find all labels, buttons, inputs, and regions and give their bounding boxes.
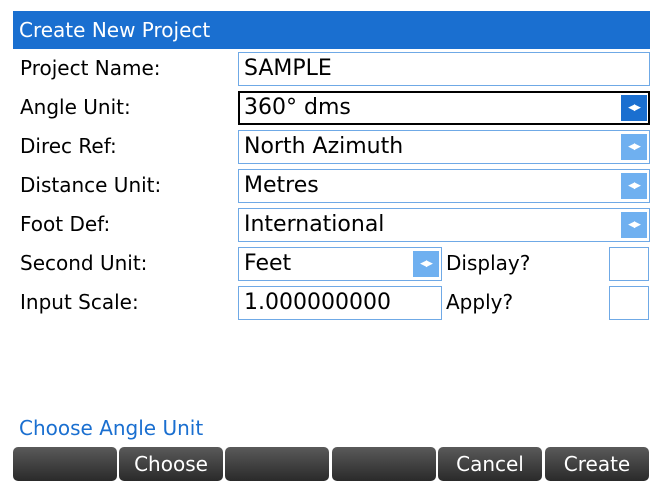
project-name-input[interactable]: SAMPLE (238, 52, 650, 86)
distance-unit-select[interactable]: Metres ◀▶ (238, 169, 650, 203)
project-name-row: Project Name: SAMPLE (13, 49, 650, 88)
softkey-1[interactable] (13, 447, 117, 481)
direc-ref-select[interactable]: North Azimuth ◀▶ (238, 130, 650, 164)
direc-ref-value: North Azimuth (244, 134, 404, 159)
left-right-arrows-icon[interactable]: ◀▶ (621, 212, 647, 238)
direc-ref-label: Direc Ref: (20, 134, 117, 158)
status-help-text: Choose Angle Unit (19, 416, 204, 440)
input-scale-input[interactable]: 1.000000000 (238, 286, 442, 320)
angle-unit-row: Angle Unit: 360° dms ◀▶ (13, 88, 650, 127)
second-unit-row: Second Unit: Feet ◀▶ Display? (13, 244, 650, 283)
left-right-arrows-icon[interactable]: ◀▶ (413, 251, 439, 277)
project-name-label: Project Name: (20, 56, 161, 80)
foot-def-value: International (244, 212, 385, 237)
direc-ref-row: Direc Ref: North Azimuth ◀▶ (13, 127, 650, 166)
left-right-arrows-icon[interactable]: ◀▶ (621, 95, 647, 121)
input-scale-label: Input Scale: (20, 290, 139, 314)
apply-checkbox[interactable] (609, 286, 649, 320)
distance-unit-value: Metres (244, 173, 319, 198)
distance-unit-row: Distance Unit: Metres ◀▶ (13, 166, 650, 205)
softkey-bar: Choose Cancel Create (13, 447, 650, 481)
distance-unit-label: Distance Unit: (20, 173, 162, 197)
apply-checkbox-label: Apply? (446, 290, 514, 314)
left-right-arrows-icon[interactable]: ◀▶ (621, 134, 647, 160)
second-unit-label: Second Unit: (20, 251, 148, 275)
choose-button[interactable]: Choose (119, 447, 223, 481)
angle-unit-label: Angle Unit: (20, 95, 131, 119)
angle-unit-value: 360° dms (244, 95, 351, 120)
window-title: Create New Project (13, 11, 650, 49)
softkey-3[interactable] (225, 447, 329, 481)
display-checkbox[interactable] (609, 247, 649, 281)
second-unit-value: Feet (244, 251, 292, 276)
create-button[interactable]: Create (545, 447, 649, 481)
input-scale-row: Input Scale: 1.000000000 Apply? (13, 283, 650, 322)
angle-unit-select[interactable]: 360° dms ◀▶ (238, 91, 650, 125)
left-right-arrows-icon[interactable]: ◀▶ (621, 173, 647, 199)
foot-def-label: Foot Def: (20, 212, 111, 236)
foot-def-select[interactable]: International ◀▶ (238, 208, 650, 242)
create-project-screen: Create New Project Project Name: SAMPLE … (13, 11, 650, 481)
softkey-4[interactable] (332, 447, 436, 481)
cancel-button[interactable]: Cancel (438, 447, 542, 481)
display-checkbox-label: Display? (446, 251, 531, 275)
second-unit-select[interactable]: Feet ◀▶ (238, 247, 442, 281)
foot-def-row: Foot Def: International ◀▶ (13, 205, 650, 244)
